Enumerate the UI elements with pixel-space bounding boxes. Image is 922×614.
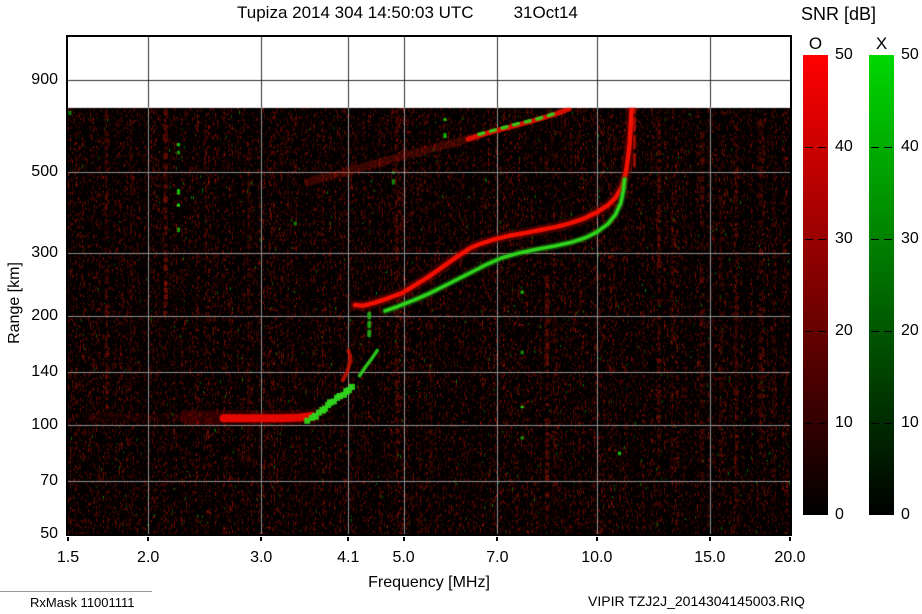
x-tick-label: 20.0 [765, 549, 815, 567]
colorbar-mode-label-X: X [867, 34, 896, 54]
colorbar-tick-mark [871, 239, 879, 240]
colorbar-tick-mark [884, 423, 892, 424]
footer-divider [0, 591, 152, 592]
colorbar-tick-mark [818, 423, 826, 424]
x-tick-label: 4.1 [323, 549, 373, 567]
rxmask-label: RxMask 11001111 [30, 595, 135, 610]
x-tick-mark [67, 537, 69, 541]
x-tick-mark [403, 537, 405, 541]
x-tick-label: 3.0 [236, 549, 286, 567]
colorbar-tick-mark [818, 147, 826, 148]
filename-label: VIPIR TZJ2J_2014304145003.RIQ [588, 593, 805, 609]
y-tick-label: 50 [0, 525, 58, 543]
y-tick-label: 100 [0, 416, 58, 434]
colorbar-tick-mark [805, 147, 813, 148]
colorbar-X [869, 55, 894, 515]
colorbar-tick-mark [884, 331, 892, 332]
x-tick-mark [496, 537, 498, 541]
ionogram-canvas [68, 37, 790, 534]
x-tick-mark [789, 537, 791, 541]
colorbar-tick-label: 10 [835, 414, 865, 432]
colorbar-tick-mark [884, 147, 892, 148]
x-tick-mark [596, 537, 598, 541]
plot-area [66, 35, 792, 536]
x-tick-mark [709, 537, 711, 541]
ionogram-page: Tupiza 2014 304 14:50:03 UTC 31Oct14 SNR … [0, 0, 922, 614]
colorbar-tick-label: 20 [835, 322, 865, 340]
colorbar-tick-mark [818, 239, 826, 240]
colorbar-tick-label: 0 [835, 506, 865, 524]
x-tick-label: 5.0 [379, 549, 429, 567]
colorbar-tick-mark [805, 239, 813, 240]
colorbar-tick-mark [871, 147, 879, 148]
x-axis-title: Frequency [MHz] [329, 574, 529, 592]
colorbar-tick-label: 30 [835, 230, 865, 248]
y-tick-label: 140 [0, 363, 58, 381]
colorbar-tick-mark [805, 331, 813, 332]
x-tick-mark [347, 537, 349, 541]
colorbar-tick-mark [805, 423, 813, 424]
y-tick-label: 500 [0, 163, 58, 181]
plot-title-date: 31Oct14 [514, 3, 578, 22]
x-tick-label: 15.0 [685, 549, 735, 567]
x-tick-label: 10.0 [572, 549, 622, 567]
colorbar-tick-mark [871, 423, 879, 424]
colorbar-mode-label-O: O [801, 34, 830, 54]
x-tick-label: 2.0 [123, 549, 173, 567]
x-tick-label: 1.5 [43, 549, 93, 567]
snr-scale-title: SNR [dB] [801, 4, 876, 25]
x-tick-label: 7.0 [472, 549, 522, 567]
colorbar-tick-mark [871, 331, 879, 332]
plot-title: Tupiza 2014 304 14:50:03 UTC 31Oct14 [237, 3, 578, 23]
y-tick-label: 900 [0, 71, 58, 89]
colorbar-tick-label: 0 [901, 506, 922, 524]
x-tick-mark [147, 537, 149, 541]
plot-title-main: Tupiza 2014 304 14:50:03 UTC [237, 3, 474, 22]
colorbar-tick-label: 50 [901, 46, 922, 64]
colorbar-tick-label: 30 [901, 230, 922, 248]
colorbar-tick-label: 40 [901, 138, 922, 156]
colorbar-tick-label: 40 [835, 138, 865, 156]
y-tick-label: 200 [0, 307, 58, 325]
colorbar-tick-mark [818, 331, 826, 332]
x-tick-mark [260, 537, 262, 541]
colorbar-tick-mark [884, 239, 892, 240]
y-tick-label: 300 [0, 244, 58, 262]
y-tick-label: 70 [0, 472, 58, 490]
colorbar-O [803, 55, 828, 515]
colorbar-tick-label: 50 [835, 46, 865, 64]
colorbar-tick-label: 10 [901, 414, 922, 432]
y-axis-title: Range [km] [6, 251, 26, 355]
colorbar-tick-label: 20 [901, 322, 922, 340]
